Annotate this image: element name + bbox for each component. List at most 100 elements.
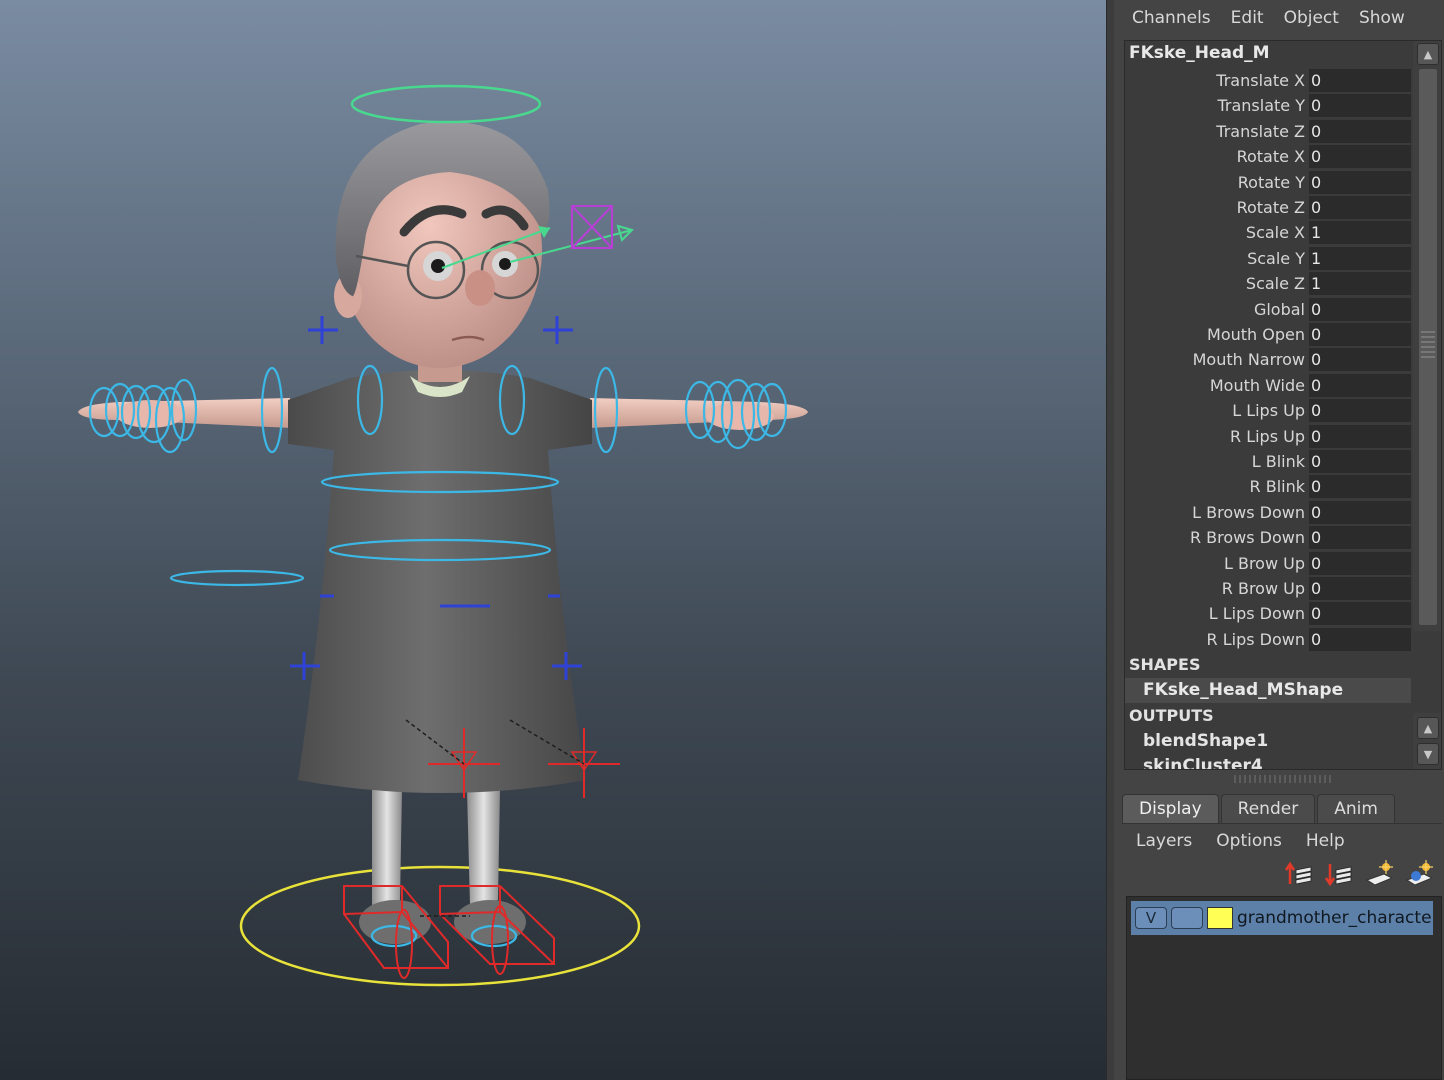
channel-value-field[interactable]: 0 <box>1309 94 1411 118</box>
channel-value-field[interactable]: 0 <box>1309 424 1411 448</box>
tab-display[interactable]: Display <box>1122 794 1219 824</box>
menu-edit[interactable]: Edit <box>1223 8 1272 28</box>
new-layer-from-selection-icon[interactable] <box>1404 858 1434 890</box>
channel-row[interactable]: L Brow Up 0 <box>1125 551 1411 576</box>
channel-row[interactable]: Mouth Narrow 0 <box>1125 347 1411 372</box>
layer-visibility-toggle[interactable]: V <box>1135 907 1167 929</box>
channel-label[interactable]: Translate Z <box>1125 122 1309 141</box>
channel-value-field[interactable]: 0 <box>1309 170 1411 194</box>
channel-value-field[interactable]: 0 <box>1309 450 1411 473</box>
channel-label[interactable]: Rotate X <box>1125 147 1309 166</box>
menu-channels[interactable]: Channels <box>1124 8 1219 28</box>
channel-label[interactable]: Mouth Open <box>1125 325 1309 344</box>
layer-row[interactable]: V grandmother_character_l <box>1131 901 1433 935</box>
channel-row[interactable]: R Blink 0 <box>1125 474 1411 499</box>
channel-label[interactable]: L Blink <box>1125 452 1309 471</box>
channel-row[interactable]: R Lips Down 0 <box>1125 627 1411 652</box>
channel-label[interactable]: L Lips Down <box>1125 604 1309 623</box>
channel-label[interactable]: Translate X <box>1125 71 1309 90</box>
channel-row[interactable]: R Brow Up 0 <box>1125 576 1411 601</box>
output-node[interactable]: skinCluster4 <box>1143 754 1263 769</box>
channel-row[interactable]: Scale Z1 <box>1125 271 1411 296</box>
channel-row[interactable]: Mouth Wide 0 <box>1125 373 1411 398</box>
channel-row[interactable]: Scale X1 <box>1125 220 1411 245</box>
channel-label[interactable]: Scale Y <box>1125 249 1309 268</box>
channel-value-field[interactable]: 0 <box>1309 119 1411 143</box>
channel-value-field[interactable]: 0 <box>1309 551 1411 575</box>
channel-label[interactable]: L Brows Down <box>1125 503 1309 522</box>
channel-label[interactable]: Scale X <box>1125 223 1309 242</box>
channel-row[interactable]: R Brows Down 0 <box>1125 525 1411 550</box>
new-empty-layer-icon[interactable] <box>1364 858 1394 890</box>
channel-label[interactable]: Scale Z <box>1125 274 1309 293</box>
tab-render[interactable]: Render <box>1220 794 1316 824</box>
channel-value-field[interactable]: 0 <box>1309 323 1411 346</box>
channel-row[interactable]: L Brows Down 0 <box>1125 500 1411 525</box>
channel-label[interactable]: Mouth Narrow <box>1125 350 1309 369</box>
channel-label[interactable]: L Brow Up <box>1125 554 1309 573</box>
channel-label[interactable]: R Brows Down <box>1125 528 1309 547</box>
channel-row[interactable]: Rotate Y0 <box>1125 170 1411 195</box>
scroll-up-icon[interactable]: ▲ <box>1417 717 1439 739</box>
channel-label[interactable]: Mouth Wide <box>1125 376 1309 395</box>
menu-object[interactable]: Object <box>1276 8 1347 28</box>
channel-label[interactable]: R Blink <box>1125 477 1309 496</box>
scroll-down-icon[interactable]: ▼ <box>1417 743 1439 765</box>
channel-row[interactable]: Rotate Z0 <box>1125 195 1411 220</box>
layer-list[interactable]: V grandmother_character_l <box>1126 896 1442 1080</box>
channel-row[interactable]: L Blink 0 <box>1125 449 1411 474</box>
outputs-scrollbar[interactable]: ▲ ▼ <box>1413 713 1441 769</box>
channel-row[interactable]: Rotate X0 <box>1125 144 1411 169</box>
channel-label[interactable]: Global <box>1125 300 1309 319</box>
channel-value-field[interactable]: 0 <box>1309 348 1411 372</box>
channel-value-field[interactable]: 0 <box>1309 526 1411 550</box>
channel-label[interactable]: Rotate Y <box>1125 173 1309 192</box>
viewport-divider[interactable] <box>1106 0 1114 1080</box>
channel-value-field[interactable]: 1 <box>1309 272 1411 296</box>
move-layer-down-icon[interactable] <box>1324 858 1354 890</box>
tab-anim[interactable]: Anim <box>1317 794 1395 824</box>
output-node[interactable]: blendShape1 <box>1143 729 1268 754</box>
channel-label[interactable]: R Lips Up <box>1125 427 1309 446</box>
channel-value-field[interactable]: 0 <box>1309 297 1411 321</box>
channel-label[interactable]: Rotate Z <box>1125 198 1309 217</box>
3d-viewport[interactable] <box>0 0 1106 1080</box>
channel-value-field[interactable]: 0 <box>1309 577 1411 600</box>
channel-row[interactable]: Mouth Open 0 <box>1125 322 1411 347</box>
channel-row[interactable]: Scale Y1 <box>1125 246 1411 271</box>
channel-row[interactable]: Translate Z0 <box>1125 119 1411 144</box>
channel-value-field[interactable]: 1 <box>1309 246 1411 270</box>
layer-color-swatch[interactable] <box>1207 907 1233 929</box>
channel-row[interactable]: Translate X0 <box>1125 68 1411 93</box>
channel-value-field[interactable]: 0 <box>1309 475 1411 499</box>
channel-row[interactable]: Translate Y0 <box>1125 93 1411 118</box>
panel-split-handle[interactable] <box>1234 775 1334 783</box>
scroll-up-icon[interactable]: ▲ <box>1417 43 1439 65</box>
channel-value-field[interactable]: 0 <box>1309 500 1411 524</box>
channel-label[interactable]: R Lips Down <box>1125 630 1309 649</box>
channel-value-field[interactable]: 0 <box>1309 602 1411 626</box>
selected-object-name[interactable]: FKske_Head_M <box>1129 43 1270 67</box>
menu-help[interactable]: Help <box>1296 831 1355 851</box>
channel-value-field[interactable]: 1 <box>1309 221 1411 245</box>
channel-value-field[interactable]: 0 <box>1309 627 1411 651</box>
channel-value-field[interactable]: 0 <box>1309 196 1411 219</box>
channel-row[interactable]: L Lips Down 0 <box>1125 601 1411 626</box>
channel-value-field[interactable]: 0 <box>1309 145 1411 169</box>
layer-playback-toggle[interactable] <box>1171 907 1203 929</box>
menu-show[interactable]: Show <box>1351 8 1413 28</box>
channel-row[interactable]: R Lips Up 0 <box>1125 424 1411 449</box>
channel-value-field[interactable]: 0 <box>1309 373 1411 397</box>
channel-label[interactable]: L Lips Up <box>1125 401 1309 420</box>
channel-value-field[interactable]: 0 <box>1309 69 1411 92</box>
menu-options[interactable]: Options <box>1206 831 1292 851</box>
menu-layers[interactable]: Layers <box>1126 831 1202 851</box>
shape-node[interactable]: FKske_Head_MShape <box>1125 678 1411 703</box>
channel-label[interactable]: Translate Y <box>1125 96 1309 115</box>
layer-name[interactable]: grandmother_character_l <box>1237 908 1433 928</box>
channel-label[interactable]: R Brow Up <box>1125 579 1309 598</box>
channel-scrollbar[interactable]: ▲ <box>1413 41 1441 631</box>
channel-row[interactable]: L Lips Up 0 <box>1125 398 1411 423</box>
channel-value-field[interactable]: 0 <box>1309 399 1411 423</box>
channel-row[interactable]: Global 0 <box>1125 297 1411 322</box>
